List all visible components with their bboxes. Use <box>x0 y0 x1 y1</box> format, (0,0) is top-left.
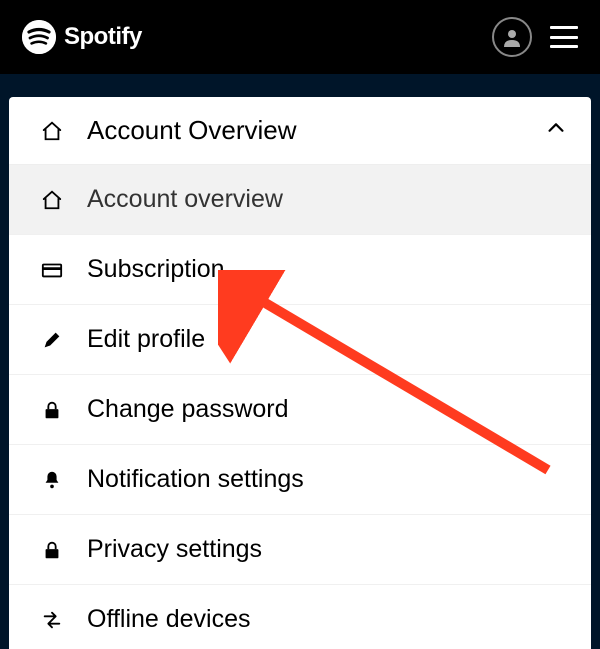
lock-icon <box>39 537 65 563</box>
home-icon <box>39 118 65 144</box>
pen-icon <box>39 327 65 353</box>
panel-title: Account Overview <box>87 115 297 146</box>
account-menu-panel: Account Overview Account overview Subscr… <box>9 97 591 649</box>
menu-item-change-password[interactable]: Change password <box>9 375 591 445</box>
app-header: Spotify <box>0 0 600 74</box>
chevron-up-icon <box>545 117 567 145</box>
menu-item-privacy-settings[interactable]: Privacy settings <box>9 515 591 585</box>
home-icon <box>39 187 65 213</box>
menu-item-label: Account overview <box>87 185 283 214</box>
menu-item-offline-devices[interactable]: Offline devices <box>9 585 591 649</box>
hamburger-icon <box>550 26 578 29</box>
menu-item-label: Privacy settings <box>87 535 262 564</box>
lock-icon <box>39 397 65 423</box>
menu-item-edit-profile[interactable]: Edit profile <box>9 305 591 375</box>
menu-item-account-overview[interactable]: Account overview <box>9 165 591 235</box>
menu-item-subscription[interactable]: Subscription <box>9 235 591 305</box>
menu-item-notification-settings[interactable]: Notification settings <box>9 445 591 515</box>
menu-item-label: Subscription <box>87 255 225 284</box>
menu-item-label: Change password <box>87 395 289 424</box>
swap-icon <box>39 607 65 633</box>
header-actions <box>492 17 578 57</box>
bell-icon <box>39 467 65 493</box>
profile-button[interactable] <box>492 17 532 57</box>
card-icon <box>39 257 65 283</box>
panel-header[interactable]: Account Overview <box>9 97 591 165</box>
brand-name: Spotify <box>64 23 142 51</box>
menu-item-label: Offline devices <box>87 605 251 634</box>
spotify-logo-icon <box>22 20 56 54</box>
menu-item-label: Edit profile <box>87 325 205 354</box>
menu-item-label: Notification settings <box>87 465 304 494</box>
menu-button[interactable] <box>550 26 578 48</box>
user-icon <box>502 27 522 47</box>
brand[interactable]: Spotify <box>22 20 142 54</box>
